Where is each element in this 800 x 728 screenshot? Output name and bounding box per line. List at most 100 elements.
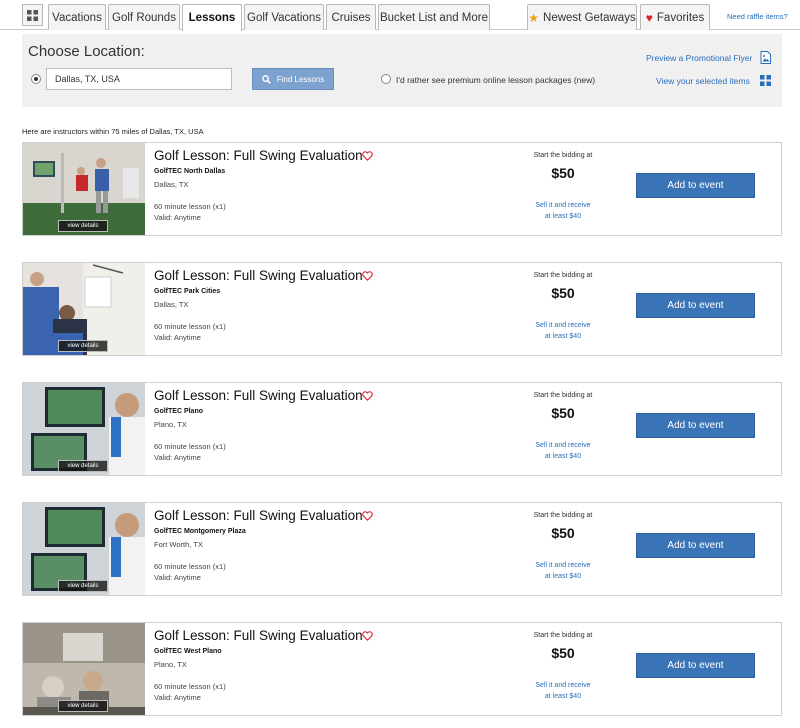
sell-it-line-2: at least $40: [544, 453, 582, 460]
listing-card: view details Golf Lesson: Full Swing Eva…: [22, 622, 782, 716]
add-to-event-button[interactable]: Add to event: [636, 533, 755, 558]
lesson-duration: 60 minute lesson (x1): [154, 682, 226, 691]
lesson-validity: Valid: Anytime: [154, 693, 201, 702]
lesson-title[interactable]: Golf Lesson: Full Swing Evaluation: [154, 148, 363, 163]
promo-flyer-link[interactable]: Preview a Promotional Flyer: [646, 53, 752, 63]
view-details-button[interactable]: view details: [58, 580, 108, 592]
vendor-name: GolfTEC West Plano: [154, 648, 222, 655]
find-lessons-button[interactable]: Find Lessons: [252, 68, 334, 90]
vendor-name: GolfTEC North Dallas: [154, 168, 226, 175]
lesson-duration: 60 minute lesson (x1): [154, 202, 226, 211]
favorite-heart-icon[interactable]: [362, 511, 373, 521]
favorite-heart-icon[interactable]: [362, 631, 373, 641]
results-caption: Here are instructors within 75 miles of …: [22, 127, 204, 136]
lesson-thumbnail[interactable]: view details: [23, 143, 145, 235]
premium-radio[interactable]: [381, 74, 391, 84]
start-bidding-label: Start the bidding at: [533, 272, 593, 279]
lesson-duration: 60 minute lesson (x1): [154, 322, 226, 331]
vendor-name: GolfTEC Park Cities: [154, 288, 221, 295]
vendor-name: GolfTEC Montgomery Plaza: [154, 528, 246, 535]
lesson-thumbnail[interactable]: view details: [23, 383, 145, 475]
tab-newest-getaways[interactable]: ★ Newest Getaways: [527, 4, 637, 30]
tab-newest-label: Newest Getaways: [543, 11, 636, 24]
find-lessons-label: Find Lessons: [276, 74, 325, 84]
start-price: $50: [551, 285, 575, 301]
flyer-icon[interactable]: [760, 51, 771, 64]
sell-it-line-2: at least $40: [544, 213, 582, 220]
sell-it-link[interactable]: Sell it and receive at least $40: [513, 680, 613, 702]
raffle-items-link[interactable]: Need raffle items?: [727, 12, 788, 21]
start-price: $50: [551, 645, 575, 661]
tab-lessons[interactable]: Lessons: [182, 4, 242, 31]
add-to-event-button[interactable]: Add to event: [636, 653, 755, 678]
vendor-city: Dallas, TX: [154, 180, 189, 189]
grid-view-icon[interactable]: [760, 75, 771, 86]
tab-golf-rounds[interactable]: Golf Rounds: [108, 4, 180, 30]
start-bidding-label: Start the bidding at: [533, 152, 593, 159]
sell-it-line-1: Sell it and receive: [535, 202, 591, 209]
location-input[interactable]: [46, 68, 232, 90]
location-radio[interactable]: [31, 74, 41, 84]
sell-it-line-1: Sell it and receive: [535, 442, 591, 449]
add-to-event-button[interactable]: Add to event: [636, 293, 755, 318]
lesson-title[interactable]: Golf Lesson: Full Swing Evaluation: [154, 388, 363, 403]
grid-menu-button[interactable]: [22, 4, 43, 26]
listing-card: view details Golf Lesson: Full Swing Eva…: [22, 502, 782, 596]
favorite-heart-icon[interactable]: [362, 151, 373, 161]
choose-location-title: Choose Location:: [28, 43, 145, 60]
add-to-event-button[interactable]: Add to event: [636, 413, 755, 438]
favorite-heart-icon[interactable]: [362, 391, 373, 401]
start-bidding-label: Start the bidding at: [533, 392, 593, 399]
listing-card: view details Golf Lesson: Full Swing Eva…: [22, 142, 782, 236]
sell-it-line-1: Sell it and receive: [535, 562, 591, 569]
tab-favorites-label: Favorites: [656, 11, 705, 24]
location-panel: Choose Location: Find Lessons I'd rather…: [22, 34, 782, 107]
vendor-city: Dallas, TX: [154, 300, 189, 309]
search-icon: [261, 74, 271, 84]
start-bidding-label: Start the bidding at: [533, 632, 593, 639]
lesson-title[interactable]: Golf Lesson: Full Swing Evaluation: [154, 628, 363, 643]
tab-vacations[interactable]: Vacations: [48, 4, 106, 30]
vendor-city: Fort Worth, TX: [154, 540, 203, 549]
tab-bar: Vacations Golf Rounds Lessons Golf Vacat…: [0, 0, 800, 31]
sell-it-link[interactable]: Sell it and receive at least $40: [513, 200, 613, 222]
vendor-city: Plano, TX: [154, 420, 187, 429]
lesson-duration: 60 minute lesson (x1): [154, 442, 226, 451]
start-price: $50: [551, 165, 575, 181]
listing-card: view details Golf Lesson: Full Swing Eva…: [22, 262, 782, 356]
lesson-title[interactable]: Golf Lesson: Full Swing Evaluation: [154, 268, 363, 283]
grid-icon: [27, 9, 38, 21]
tab-bucket-list[interactable]: Bucket List and More: [378, 4, 490, 30]
tab-golf-vacations[interactable]: Golf Vacations: [244, 4, 324, 30]
lesson-thumbnail[interactable]: view details: [23, 503, 145, 595]
lesson-thumbnail[interactable]: view details: [23, 623, 145, 715]
star-icon: ★: [528, 10, 540, 25]
start-price: $50: [551, 525, 575, 541]
lesson-thumbnail[interactable]: view details: [23, 263, 145, 355]
view-details-button[interactable]: view details: [58, 220, 108, 232]
premium-option-label: I'd rather see premium online lesson pac…: [396, 75, 596, 85]
tab-cruises[interactable]: Cruises: [326, 4, 376, 30]
view-details-button[interactable]: view details: [58, 460, 108, 472]
sell-it-line-2: at least $40: [544, 333, 582, 340]
lesson-duration: 60 minute lesson (x1): [154, 562, 226, 571]
sell-it-link[interactable]: Sell it and receive at least $40: [513, 320, 613, 342]
sell-it-link[interactable]: Sell it and receive at least $40: [513, 440, 613, 462]
lesson-validity: Valid: Anytime: [154, 573, 201, 582]
tab-favorites[interactable]: ♥ Favorites: [640, 4, 710, 30]
view-details-button[interactable]: view details: [58, 700, 108, 712]
sell-it-link[interactable]: Sell it and receive at least $40: [513, 560, 613, 582]
start-price: $50: [551, 405, 575, 421]
lesson-validity: Valid: Anytime: [154, 333, 201, 342]
vendor-name: GolfTEC Plano: [154, 408, 203, 415]
view-selected-link[interactable]: View your selected items: [656, 76, 750, 86]
start-bidding-label: Start the bidding at: [533, 512, 593, 519]
lesson-validity: Valid: Anytime: [154, 453, 201, 462]
add-to-event-button[interactable]: Add to event: [636, 173, 755, 198]
lesson-title[interactable]: Golf Lesson: Full Swing Evaluation: [154, 508, 363, 523]
sell-it-line-1: Sell it and receive: [535, 322, 591, 329]
listing-card: view details Golf Lesson: Full Swing Eva…: [22, 382, 782, 476]
lesson-validity: Valid: Anytime: [154, 213, 201, 222]
favorite-heart-icon[interactable]: [362, 271, 373, 281]
view-details-button[interactable]: view details: [58, 340, 108, 352]
